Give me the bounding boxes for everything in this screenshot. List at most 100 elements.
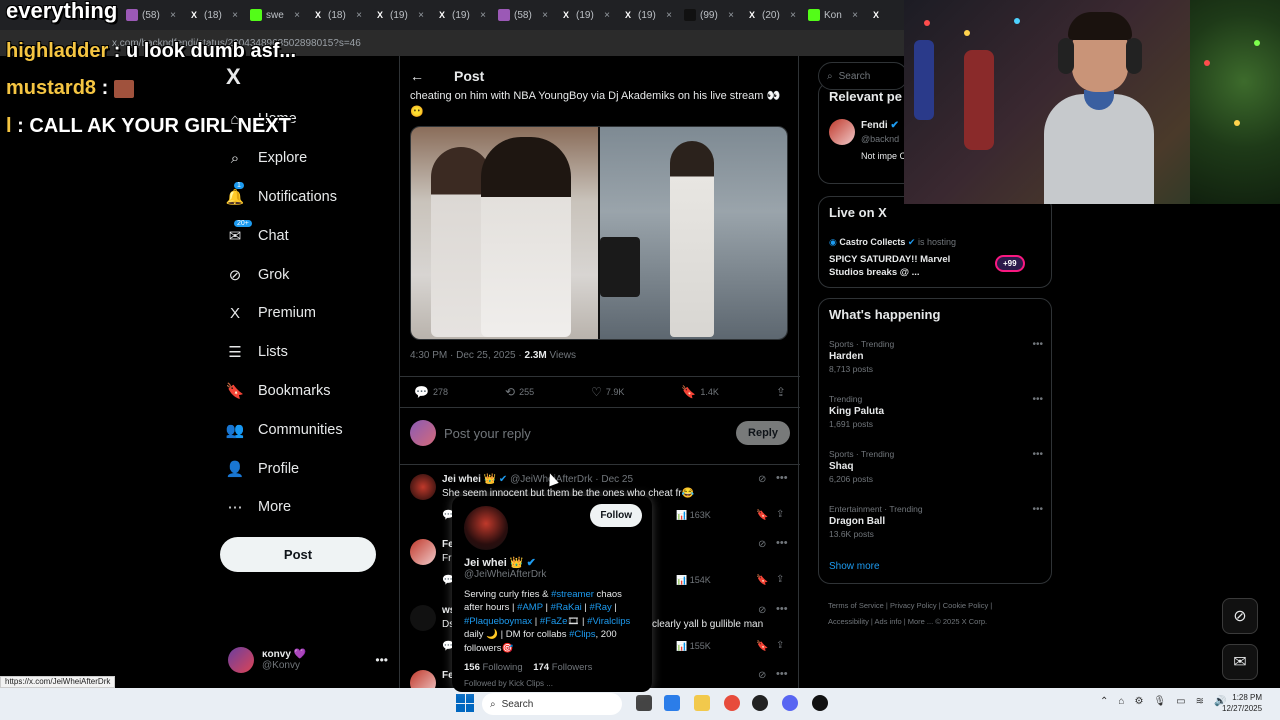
more-dots-icon[interactable]: ••• — [1032, 449, 1043, 460]
close-icon[interactable]: × — [666, 10, 672, 21]
post-media[interactable] — [410, 126, 788, 340]
close-icon[interactable]: × — [294, 10, 300, 21]
media-photo-person[interactable] — [598, 127, 787, 339]
more-dots-icon[interactable]: ••• — [776, 537, 788, 549]
reply-action[interactable]: 💬 278 — [414, 385, 448, 399]
sidebar-item-profile[interactable]: 👤 Profile — [226, 449, 396, 488]
sidebar-item-lists[interactable]: ☰ Lists — [226, 333, 396, 372]
sidebar-item-bookmarks[interactable]: 🔖 Bookmarks — [226, 372, 396, 411]
live-host[interactable]: ◉ Castro Collects ✔ is hosting — [829, 237, 956, 248]
close-icon[interactable]: × — [542, 10, 548, 21]
grok-icon[interactable]: ⊘ — [758, 474, 766, 485]
more-dots-icon[interactable]: ••• — [1032, 504, 1043, 515]
browser-tab[interactable]: X (19) × — [554, 2, 616, 28]
browser-tab[interactable]: Kon × — [802, 2, 864, 28]
post-button[interactable]: Post — [220, 537, 376, 572]
app-icon[interactable] — [812, 695, 828, 711]
media-photo-couple[interactable] — [411, 127, 598, 339]
back-arrow-icon[interactable]: ← — [410, 68, 424, 84]
relevant-name[interactable]: Fendi ✔ — [861, 120, 899, 131]
trend-item[interactable]: Entertainment · Trending Dragon Ball 13.… — [829, 504, 1043, 539]
close-icon[interactable]: × — [852, 10, 858, 21]
close-icon[interactable]: × — [232, 10, 238, 21]
bookmark-icon[interactable]: 🔖 — [756, 641, 768, 652]
reply-views[interactable]: 📊 154K — [676, 575, 711, 586]
more-dots-icon[interactable]: ••• — [1032, 394, 1043, 405]
follow-button[interactable]: Follow — [590, 504, 642, 527]
avatar[interactable] — [464, 506, 508, 550]
bookmark-icon[interactable]: 🔖 — [756, 575, 768, 586]
browser-tab[interactable]: X (19) × — [430, 2, 492, 28]
windows-start-icon[interactable] — [456, 694, 474, 712]
mic-icon[interactable]: 🎙 — [1153, 696, 1166, 707]
x-logo-icon[interactable]: X — [226, 64, 241, 90]
trend-item[interactable]: Sports · Trending Harden 8,713 posts ••• — [829, 339, 1043, 374]
bookmark-action[interactable]: 🔖 1.4K — [681, 385, 718, 399]
chrome-icon[interactable] — [724, 695, 740, 711]
chevron-up-icon[interactable]: ⌃ — [1100, 696, 1108, 707]
browser-tab[interactable]: X (18) × — [182, 2, 244, 28]
hashtag-link[interactable]: #RaKai — [551, 602, 582, 613]
browser-tab[interactable]: (58) × — [492, 2, 554, 28]
repost-action[interactable]: ⟲ 255 — [505, 385, 534, 399]
sidebar-item-chat[interactable]: ✉ 20+ Chat — [226, 216, 396, 255]
browser-tab[interactable]: X (20) × — [740, 2, 802, 28]
close-icon[interactable]: × — [728, 10, 734, 21]
browser-tab[interactable]: X (19) × — [616, 2, 678, 28]
share-icon[interactable]: ⇪ — [776, 640, 784, 651]
hashtag-link[interactable]: #Viralclips — [587, 616, 630, 627]
more-dots-icon[interactable]: ••• — [776, 603, 788, 615]
close-icon[interactable]: × — [790, 10, 796, 21]
following-link[interactable]: 156 Following — [464, 662, 523, 673]
share-icon[interactable]: ⇪ — [776, 574, 784, 585]
account-switcher[interactable]: ĸonvy 💜 @Konvy ••• — [228, 644, 388, 676]
sidebar-item-notifications[interactable]: 🔔 1 Notifications — [226, 178, 396, 217]
sidebar-item-grok[interactable]: ⊘ Grok — [226, 255, 396, 294]
file-explorer-icon[interactable] — [694, 695, 710, 711]
settings-icon[interactable]: ⚙ — [1134, 696, 1143, 707]
grok-icon[interactable]: ⊘ — [758, 539, 766, 550]
task-view-icon[interactable] — [636, 695, 652, 711]
hover-handle[interactable]: @JeiWheiAfterDrk — [464, 569, 640, 580]
hashtag-link[interactable]: #streamer — [551, 589, 594, 600]
search-box[interactable]: ⌕ Search — [818, 62, 908, 90]
hover-name[interactable]: Jei whei 👑 ✔ — [464, 556, 640, 569]
close-icon[interactable]: × — [604, 10, 610, 21]
show-more-link[interactable]: Show more — [829, 561, 880, 572]
trend-item[interactable]: Sports · Trending Shaq 6,206 posts ••• — [829, 449, 1043, 484]
browser-tab[interactable]: X (18) × — [306, 2, 368, 28]
hashtag-link[interactable]: #Clips — [569, 629, 595, 640]
footer-line[interactable]: Accessibility | Ads info | More ... © 20… — [828, 614, 1058, 630]
browser-tab[interactable]: (58) × — [120, 2, 182, 28]
close-icon[interactable]: × — [418, 10, 424, 21]
messages-icon[interactable]: ✉ — [1222, 644, 1258, 680]
obs-icon[interactable] — [752, 695, 768, 711]
taskbar-clock[interactable]: 1:28 PM 12/27/2025 — [1222, 692, 1262, 714]
live-listeners-badge[interactable]: +99 — [995, 255, 1025, 272]
copilot-icon[interactable] — [664, 695, 680, 711]
close-icon[interactable]: × — [356, 10, 362, 21]
avatar[interactable] — [829, 119, 855, 145]
browser-tab[interactable]: X (19) × — [368, 2, 430, 28]
close-icon[interactable]: × — [170, 10, 176, 21]
discord-icon[interactable] — [782, 695, 798, 711]
share-action[interactable]: ⇪ — [776, 385, 786, 399]
sidebar-item-communities[interactable]: 👥 Communities — [226, 410, 396, 449]
like-action[interactable]: ♡ 7.9K — [591, 385, 624, 399]
more-dots-icon[interactable]: ••• — [776, 472, 788, 484]
wifi-icon[interactable]: ≋ — [1196, 696, 1204, 707]
hashtag-link[interactable]: #Ray — [590, 602, 612, 613]
sidebar-item-premium[interactable]: X Premium — [226, 294, 396, 333]
display-icon[interactable]: ▭ — [1176, 696, 1185, 707]
share-icon[interactable]: ⇪ — [776, 509, 784, 520]
reply-views[interactable]: 📊 155K — [676, 641, 711, 652]
sidebar-item-explore[interactable]: ⌕ Explore — [226, 139, 396, 178]
close-icon[interactable]: × — [480, 10, 486, 21]
grok-icon[interactable]: ⊘ — [1222, 598, 1258, 634]
browser-tab[interactable]: (99) × — [678, 2, 740, 28]
grok-icon[interactable]: ⊘ — [758, 670, 766, 681]
trend-item[interactable]: Trending King Paluta 1,691 posts ••• — [829, 394, 1043, 429]
taskbar-search[interactable]: ⌕ Search — [482, 693, 622, 715]
grok-icon[interactable]: ⊘ — [758, 605, 766, 616]
footer-line[interactable]: Terms of Service | Privacy Policy | Cook… — [828, 598, 1058, 614]
